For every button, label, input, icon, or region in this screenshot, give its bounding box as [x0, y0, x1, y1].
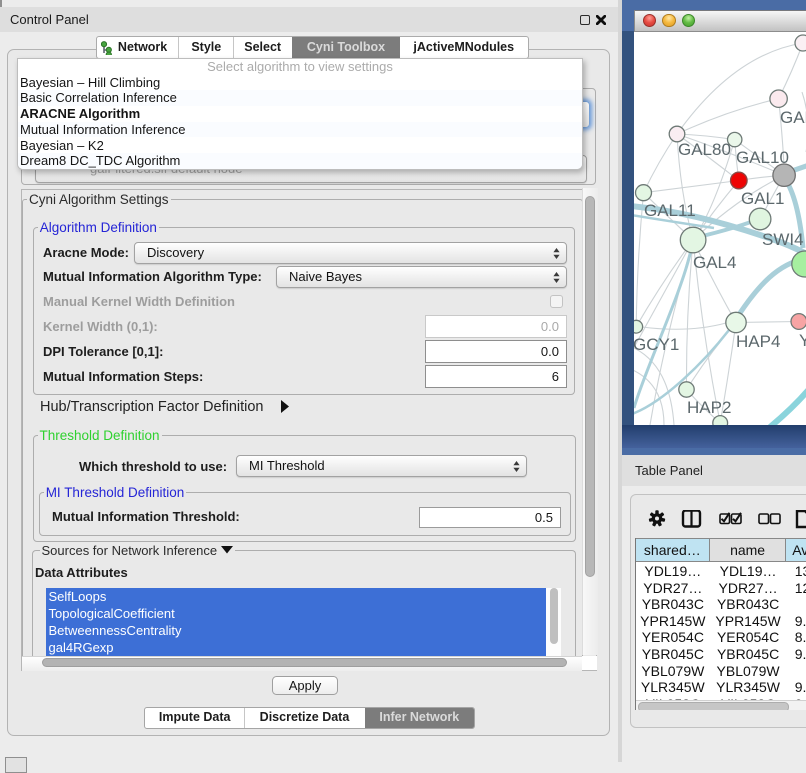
svg-text:SWI4: SWI4: [762, 230, 804, 249]
svg-text:GAL1: GAL1: [741, 189, 784, 208]
svg-text:GAL11: GAL11: [644, 201, 696, 220]
svg-text:GCY1: GCY1: [634, 335, 679, 354]
svg-text:GAL4: GAL4: [693, 253, 736, 272]
svg-text:HAP2: HAP2: [687, 398, 731, 417]
svg-text:GAL2: GAL2: [780, 108, 806, 127]
svg-text:Y: Y: [799, 331, 806, 350]
svg-text:HAP4: HAP4: [736, 332, 780, 351]
svg-text:GAL80: GAL80: [678, 140, 731, 159]
svg-text:GAL10: GAL10: [736, 148, 789, 167]
